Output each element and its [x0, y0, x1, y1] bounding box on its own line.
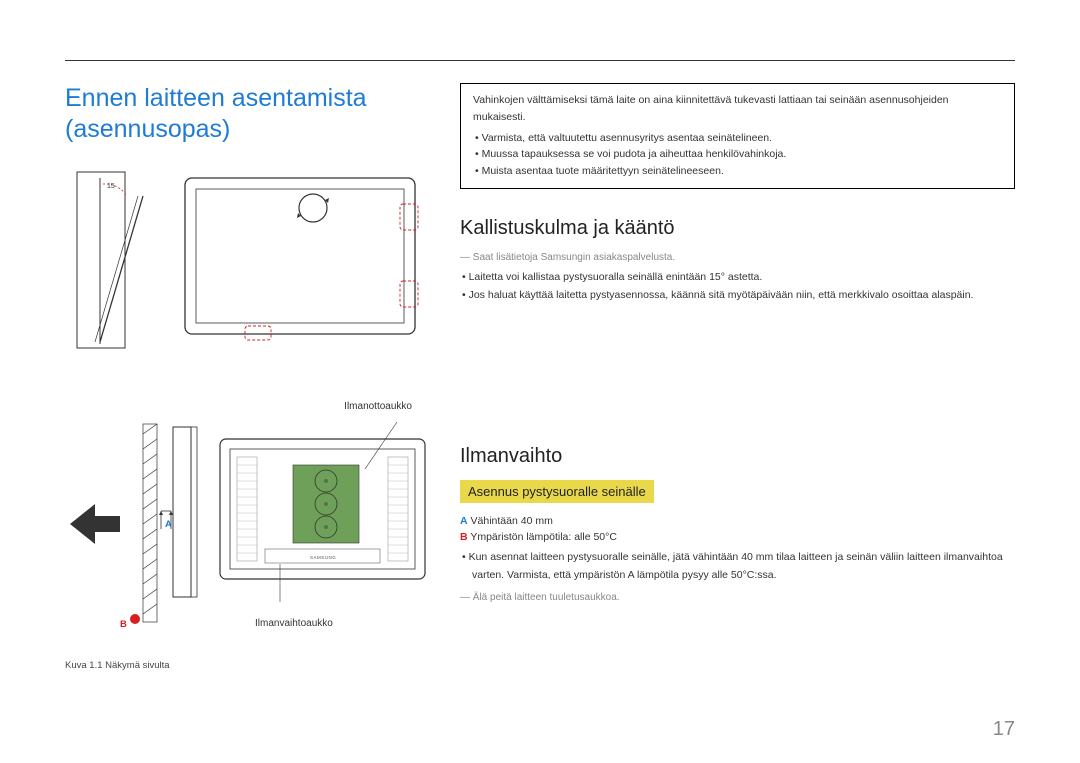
section-vent-heading: Ilmanvaihto [460, 445, 1015, 468]
gap-a-label: A [165, 519, 172, 530]
left-arrow-icon [70, 504, 120, 544]
section-tilt-heading: Kallistuskulma ja kääntö [460, 217, 1015, 240]
vent-subheading: Asennus pystysuoralle seinälle [460, 480, 654, 503]
warning-item: Varmista, että valtuutettu asennusyritys… [485, 130, 1002, 147]
temp-b-label: B [120, 619, 127, 630]
spec-b: B Ympäristön lämpötila: alle 50°C [460, 531, 1015, 543]
section-tilt-note: Saat lisätietoja Samsungin asiakaspalvel… [460, 252, 1015, 263]
tilt-bullet: Jos haluat käyttää laitetta pystyasennos… [472, 287, 1015, 305]
air-intake-label: Ilmanottoaukko [344, 401, 412, 412]
ventilation-svg: SAMSUNG [65, 419, 430, 629]
warning-item: Muista asentaa tuote määritettyyn seinät… [485, 163, 1002, 180]
vent-bullet: Kun asennat laitteen pystysuoralle seinä… [472, 549, 1015, 585]
vent-note: Älä peitä laitteen tuuletusaukkoa. [460, 592, 1015, 603]
warning-lead: Vahinkojen välttämiseksi tämä laite on a… [473, 92, 1002, 126]
spec-a: A Vähintään 40 mm [460, 515, 1015, 527]
figure-ventilation: Ilmanottoaukko [65, 401, 430, 671]
warning-item: Muussa tapauksessa se voi pudota ja aihe… [485, 146, 1002, 163]
warning-box: Vahinkojen välttämiseksi tämä laite on a… [460, 83, 1015, 189]
air-exhaust-label: Ilmanvaihtoaukko [255, 618, 333, 629]
angle-label: 15 [107, 183, 115, 190]
page-title: Ennen laitteen asentamista (asennusopas) [65, 83, 430, 146]
tilt-rotation-svg: 15 [65, 166, 430, 356]
svg-text:SAMSUNG: SAMSUNG [310, 555, 336, 560]
figure-tilt-rotation: 15 [65, 166, 430, 356]
tilt-bullet: Laitetta voi kallistaa pystysuoralla sei… [472, 269, 1015, 287]
figure-caption: Kuva 1.1 Näkymä sivulta [65, 660, 170, 671]
page-number: 17 [993, 718, 1015, 741]
